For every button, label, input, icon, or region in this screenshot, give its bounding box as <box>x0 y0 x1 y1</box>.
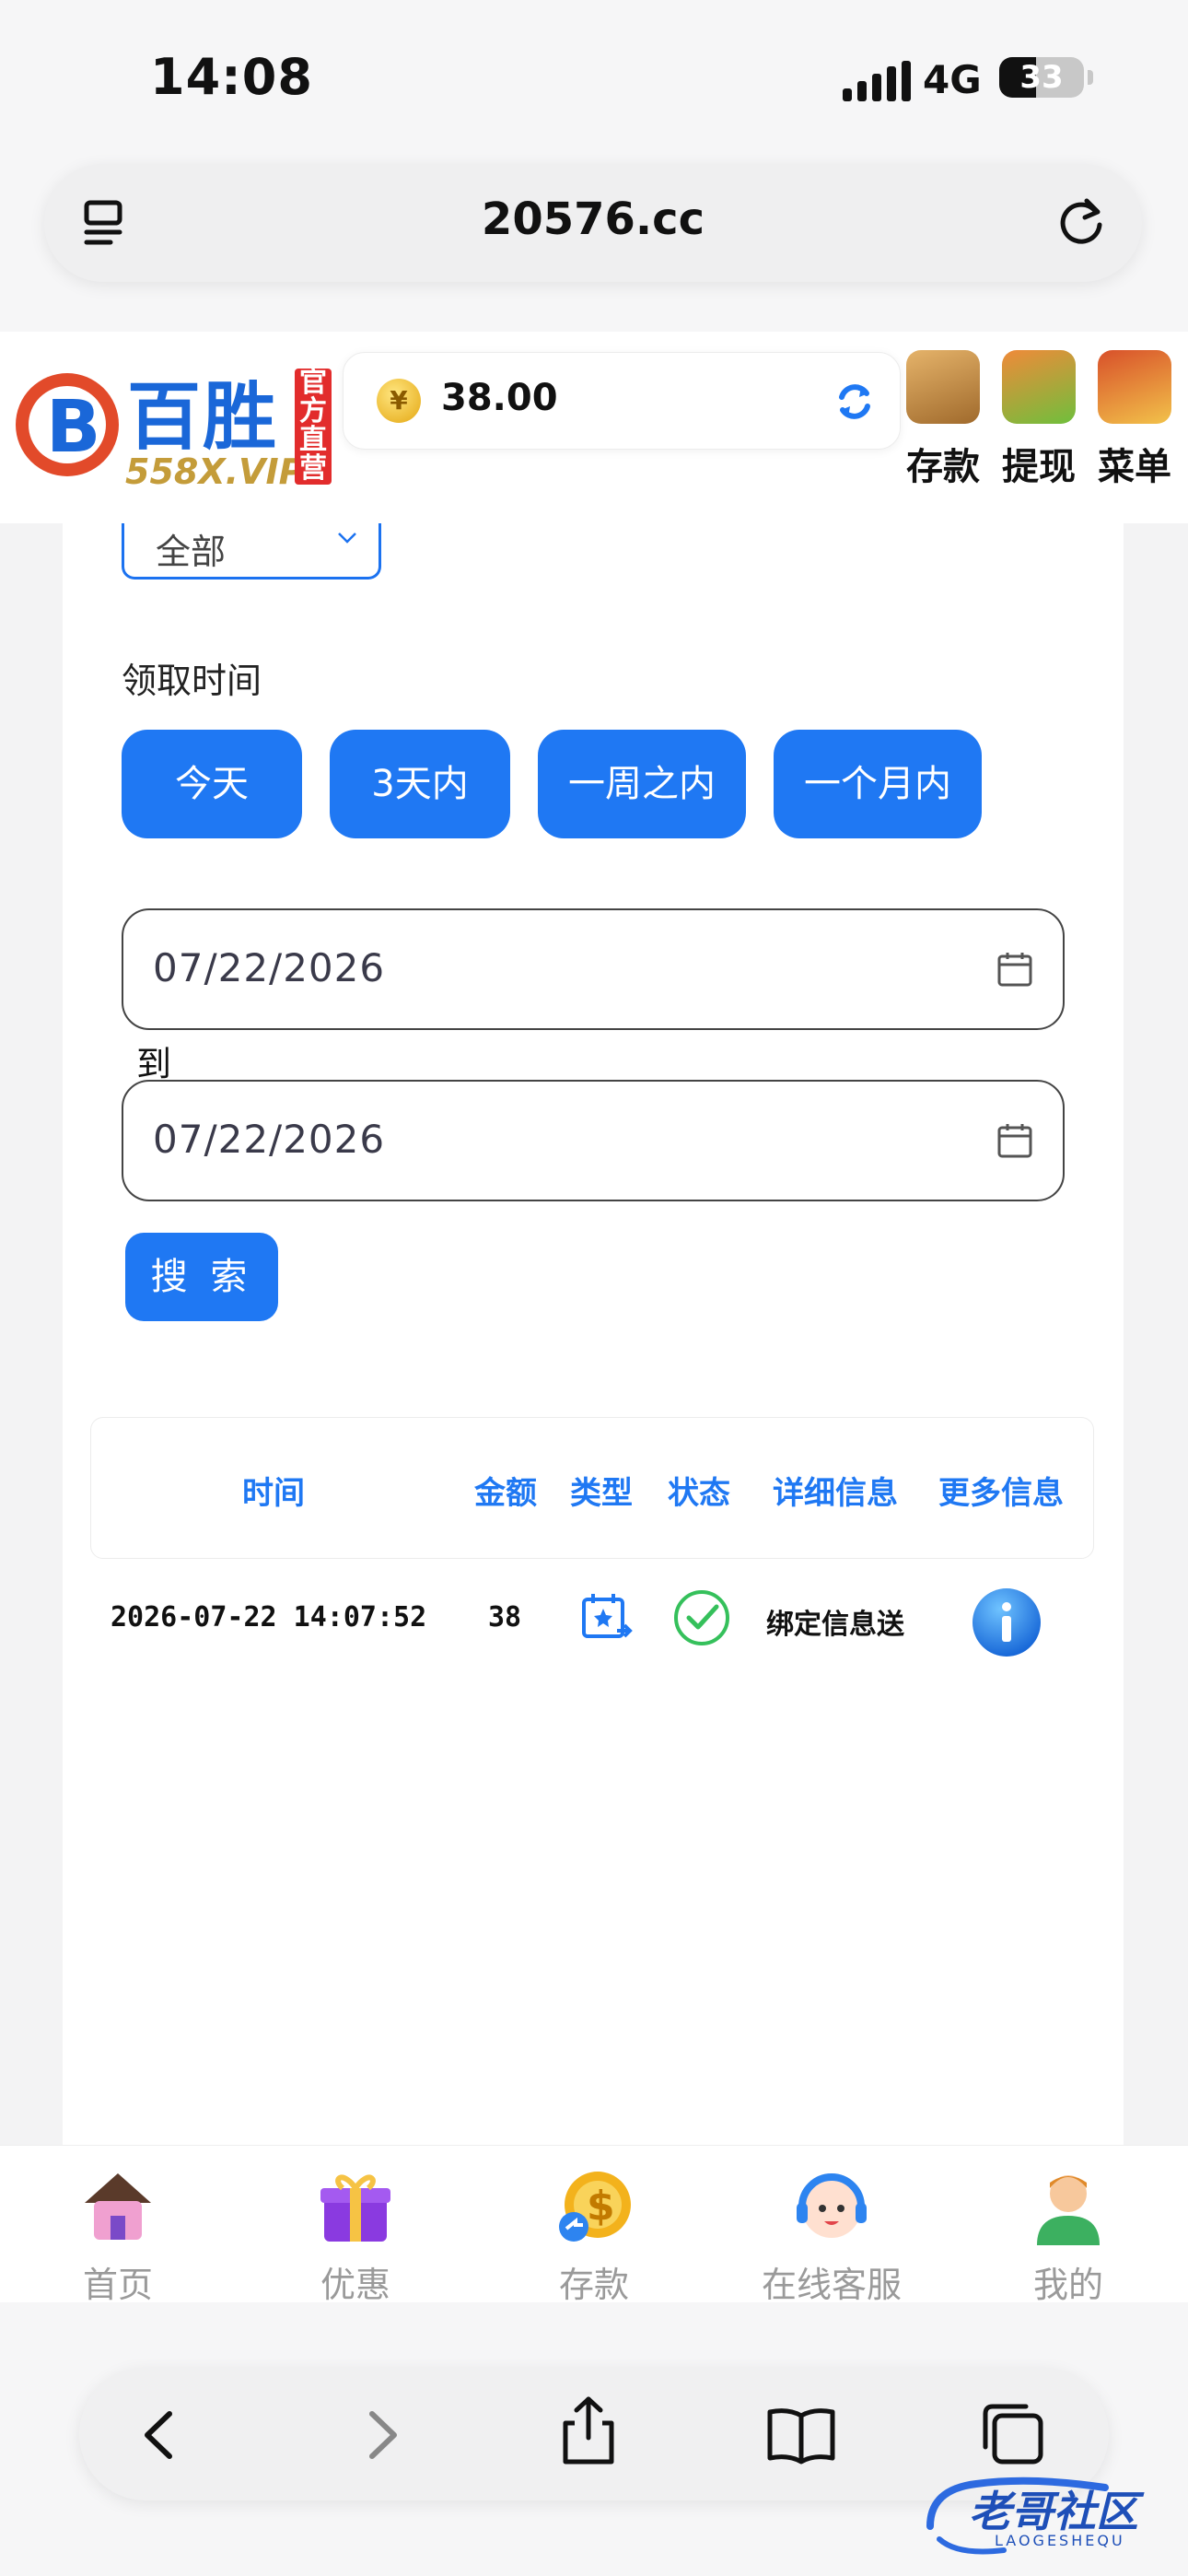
row-time: 2026-07-22 14:07:52 <box>111 1601 427 1633</box>
col-detail: 详细信息 <box>773 1475 898 1512</box>
watermark-text: 老哥社区 <box>969 2487 1138 2536</box>
col-time: 时间 <box>242 1475 305 1512</box>
col-amount: 金额 <box>474 1475 537 1512</box>
wallet-balance: ¥ 38.00 <box>343 352 901 450</box>
clock: 14:08 <box>150 48 313 106</box>
range-month-button[interactable]: 一个月内 <box>774 730 982 838</box>
calendar-icon[interactable] <box>996 1122 1033 1159</box>
range-week-button[interactable]: 一周之内 <box>538 730 746 838</box>
col-status: 状态 <box>668 1475 730 1512</box>
calendar-icon[interactable] <box>996 951 1033 988</box>
brand-name: 百胜 <box>127 373 278 460</box>
type-select-value: 全部 <box>156 532 227 572</box>
background-pattern-right <box>1124 523 1188 2145</box>
wallet-icon <box>906 350 980 424</box>
start-date-value: 07/22/2026 <box>153 945 386 990</box>
user-icon <box>1037 2175 1100 2245</box>
search-button[interactable]: 搜 索 <box>125 1233 278 1321</box>
network-type: 4G <box>923 57 982 102</box>
deposit-button[interactable]: 存款 <box>895 350 991 490</box>
deposit-label: 存款 <box>906 446 980 488</box>
to-label: 到 <box>136 1044 172 1084</box>
battery-icon: 33 <box>999 57 1093 98</box>
info-icon[interactable] <box>971 1587 1042 1658</box>
withdraw-label: 提现 <box>1002 446 1076 488</box>
nav-deposit[interactable]: $ 存款 <box>502 2166 686 2307</box>
url-domain[interactable]: 20576.cc <box>44 193 1142 245</box>
nav-profile[interactable]: 我的 <box>976 2166 1160 2307</box>
records-table: 时间 金额 类型 状态 详细信息 更多信息 2026-07-22 14:07:5… <box>90 1417 1094 1697</box>
nav-deposit-label: 存款 <box>558 2265 629 2305</box>
chevron-down-icon <box>338 533 356 544</box>
row-amount: 38 <box>488 1601 522 1633</box>
range-3days-button[interactable]: 3天内 <box>330 730 510 838</box>
address-bar[interactable]: 20576.cc <box>44 164 1142 282</box>
bookmarks-icon[interactable] <box>764 2405 838 2465</box>
range-today-button[interactable]: 今天 <box>122 730 302 838</box>
battery-level: 33 <box>1019 59 1064 96</box>
site-header: B 百胜 558X.VIP 官方直营 ¥ 38.00 存款 提现 菜单 <box>0 332 1188 524</box>
nav-support-label: 在线客服 <box>761 2265 902 2305</box>
nav-support[interactable]: 在线客服 <box>740 2166 924 2307</box>
table-row: 2026-07-22 14:07:52 38 绑定信息送 <box>90 1559 1094 1697</box>
brand-site: 558X.VIP <box>125 451 305 492</box>
menu-button[interactable]: 菜单 <box>1087 350 1182 490</box>
col-more: 更多信息 <box>938 1475 1064 1512</box>
gift-calendar-icon <box>582 1594 633 1638</box>
withdraw-icon <box>1002 350 1076 424</box>
watermark-sub: LAOGESHEQU <box>995 2532 1125 2549</box>
brand-logo-icon[interactable]: B <box>11 369 123 481</box>
reload-icon[interactable] <box>1054 195 1109 251</box>
support-agent-icon <box>797 2173 867 2238</box>
svg-text:$: $ <box>587 2183 615 2230</box>
refresh-balance-icon[interactable] <box>833 381 876 423</box>
record-panel: 全部 领取时间 今天 3天内 一周之内 一个月内 07/22/2026 到 07… <box>63 523 1124 2145</box>
share-icon[interactable] <box>558 2395 619 2467</box>
balance-amount: 38.00 <box>441 377 558 419</box>
coin-icon: $ <box>559 2172 631 2242</box>
menu-label: 菜单 <box>1098 446 1171 488</box>
cellular-signal-icon <box>843 61 911 101</box>
nav-profile-label: 我的 <box>1032 2265 1103 2305</box>
tabs-icon[interactable] <box>978 2399 1048 2469</box>
status-bar: 14:08 4G 33 <box>0 0 1188 157</box>
house-icon <box>85 2173 151 2240</box>
col-type: 类型 <box>570 1475 633 1512</box>
nav-promotions-label: 优惠 <box>320 2265 390 2305</box>
nav-promotions[interactable]: 优惠 <box>263 2166 448 2307</box>
background-pattern-left <box>0 523 63 2145</box>
official-badge: 官方直营 <box>295 369 332 485</box>
end-date-value: 07/22/2026 <box>153 1117 386 1162</box>
bottom-nav: 首页 优惠 $ 存款 在线客服 我的 <box>0 2145 1188 2305</box>
yen-coin-icon: ¥ <box>377 379 421 423</box>
nav-home[interactable]: 首页 <box>26 2166 210 2307</box>
svg-text:B: B <box>46 386 100 469</box>
nav-home-label: 首页 <box>82 2265 153 2305</box>
gift-box-icon <box>320 2174 390 2242</box>
end-date-field[interactable]: 07/22/2026 <box>122 1080 1065 1201</box>
withdraw-button[interactable]: 提现 <box>991 350 1087 490</box>
back-icon[interactable] <box>131 2405 192 2465</box>
treasure-chest-icon <box>1098 350 1171 424</box>
forward-icon[interactable] <box>350 2405 411 2465</box>
table-header: 时间 金额 类型 状态 详细信息 更多信息 <box>90 1417 1094 1559</box>
row-detail: 绑定信息送 <box>766 1609 904 1641</box>
start-date-field[interactable]: 07/22/2026 <box>122 908 1065 1030</box>
watermark: 老哥社区 LAOGESHEQU <box>921 2471 1179 2563</box>
type-select[interactable]: 全部 <box>122 523 381 580</box>
check-circle-icon <box>674 1590 729 1645</box>
claim-time-label: 领取时间 <box>122 661 262 701</box>
